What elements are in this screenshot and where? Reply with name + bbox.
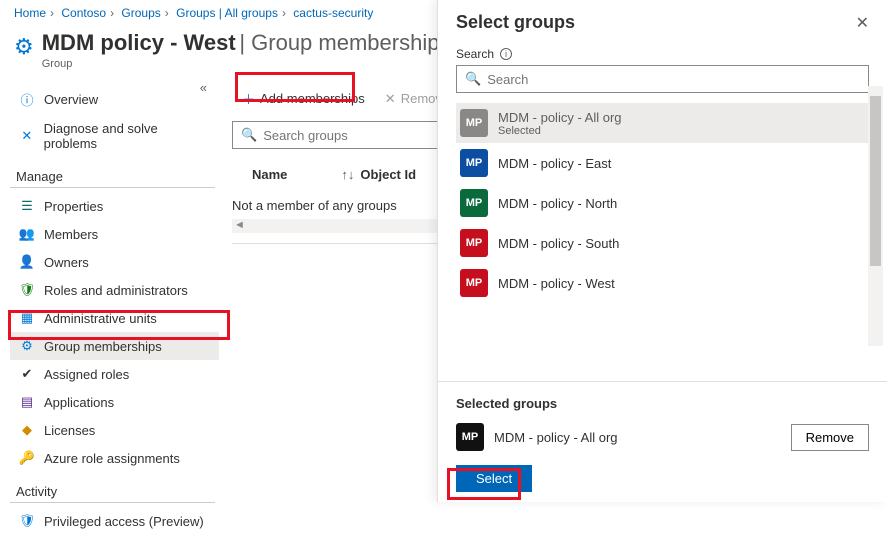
collapse-sidebar-icon[interactable]: « [200, 80, 207, 95]
sidebar-item-label: Azure role assignments [44, 451, 180, 466]
group-gear-icon: ⚙ [14, 34, 34, 60]
group-row[interactable]: MP MDM - policy - North [456, 183, 869, 223]
avatar: MP [460, 149, 488, 177]
crumb-cactus[interactable]: cactus-security [293, 6, 373, 20]
sidebar-item-owners[interactable]: 👤 Owners [10, 248, 219, 276]
sidebar-item-properties[interactable]: ☰ Properties [10, 192, 219, 220]
group-row[interactable]: MP MDM - policy - West [456, 263, 869, 303]
selected-section: Selected groups MP MDM - policy - All or… [438, 381, 887, 451]
sidebar-item-label: Owners [44, 255, 89, 270]
panel-search-input[interactable] [487, 72, 860, 87]
page-type: Group [42, 58, 451, 70]
sidebar-item-label: Applications [44, 395, 114, 410]
search-icon: 🔍 [465, 71, 481, 87]
applications-icon: ▤ [18, 394, 36, 410]
key-icon: 🔑 [18, 450, 36, 466]
sidebar-item-label: Group memberships [44, 339, 162, 354]
col-objid[interactable]: Object Id [360, 167, 416, 182]
sidebar-section-manage: Manage [10, 161, 215, 188]
sidebar-item-group-memberships[interactable]: ⚙ Group memberships [10, 332, 219, 360]
sidebar-item-label: Assigned roles [44, 367, 129, 382]
plus-icon: ＋ [242, 89, 255, 108]
info-icon[interactable]: i [500, 48, 512, 60]
search-label: Search i [456, 47, 869, 61]
sidebar-item-label: Administrative units [44, 311, 157, 326]
sidebar-item-overview[interactable]: ⓘ Overview [10, 84, 219, 115]
panel-title: Select groups [456, 12, 856, 33]
selected-row: MP MDM - policy - All org Remove [456, 423, 869, 451]
panel-search-box[interactable]: 🔍 [456, 65, 869, 93]
selected-head: Selected groups [456, 396, 869, 411]
shield-icon: 🛡 [18, 513, 36, 529]
sidebar-item-label: Members [44, 227, 98, 242]
crumb-home[interactable]: Home [14, 6, 46, 20]
remove-button[interactable]: Remove [791, 424, 869, 451]
group-name: MDM - policy - All org [498, 110, 622, 125]
sidebar-item-roles[interactable]: 🛡 Roles and administrators [10, 276, 219, 304]
crumb-contoso[interactable]: Contoso [61, 6, 106, 20]
page-title: MDM policy - West [42, 30, 236, 55]
avatar: MP [460, 269, 488, 297]
sidebar-item-azure-roles[interactable]: 🔑 Azure role assignments [10, 444, 219, 472]
add-memberships-button[interactable]: ＋ Add memberships [232, 84, 375, 113]
gear-icon: ⚙ [18, 338, 36, 354]
sort-icon[interactable]: ↑↓ [341, 167, 354, 182]
crumb-groups[interactable]: Groups [121, 6, 160, 20]
owners-icon: 👤 [18, 254, 36, 270]
licenses-icon: ◆ [18, 422, 36, 438]
sidebar-section-activity: Activity [10, 476, 215, 503]
info-icon: ⓘ [18, 90, 36, 109]
page-subtitle: | Group memberships [239, 30, 450, 55]
group-name: MDM - policy - West [498, 276, 615, 291]
group-name: MDM - policy - East [498, 156, 611, 171]
search-icon: 🔍 [241, 127, 257, 143]
sidebar-item-privileged-access[interactable]: 🛡 Privileged access (Preview) [10, 507, 219, 535]
scroll-thumb[interactable] [870, 96, 881, 266]
col-name[interactable]: Name [252, 167, 287, 182]
sidebar-item-members[interactable]: 👥 Members [10, 220, 219, 248]
select-groups-panel: Select groups ✕ Search i 🔍 MP MDM - poli… [437, 0, 887, 502]
add-label: Add memberships [260, 91, 365, 106]
sidebar-item-au[interactable]: ▦ Administrative units [10, 304, 219, 332]
crumb-allgroups[interactable]: Groups | All groups [176, 6, 278, 20]
empty-text: Not a member of any groups [232, 198, 397, 213]
scroll-left-icon[interactable]: ◄ [234, 219, 245, 231]
group-name: MDM - policy - South [498, 236, 619, 251]
admin-units-icon: ▦ [18, 310, 36, 326]
wrench-icon: ✕ [18, 128, 36, 144]
avatar: MP [460, 229, 488, 257]
v-scrollbar[interactable] [868, 86, 883, 346]
group-selected-sub: Selected [498, 125, 622, 137]
selected-group-name: MDM - policy - All org [494, 430, 618, 445]
sidebar-item-label: Privileged access (Preview) [44, 514, 204, 529]
sidebar-item-label: Diagnose and solve problems [44, 121, 211, 151]
x-icon: ✕ [385, 91, 396, 107]
sidebar-item-label: Roles and administrators [44, 283, 188, 298]
sidebar: « ⓘ Overview ✕ Diagnose and solve proble… [0, 80, 220, 535]
group-row[interactable]: MP MDM - policy - All org Selected [456, 103, 869, 143]
properties-icon: ☰ [18, 198, 36, 214]
assigned-roles-icon: ✔ [18, 366, 36, 382]
group-list: MP MDM - policy - All org Selected MP MD… [456, 103, 869, 381]
close-icon[interactable]: ✕ [856, 13, 869, 33]
sidebar-item-applications[interactable]: ▤ Applications [10, 388, 219, 416]
sidebar-item-assigned-roles[interactable]: ✔ Assigned roles [10, 360, 219, 388]
sidebar-item-label: Overview [44, 92, 98, 107]
avatar: MP [460, 109, 488, 137]
sidebar-item-licenses[interactable]: ◆ Licenses [10, 416, 219, 444]
sidebar-item-diagnose[interactable]: ✕ Diagnose and solve problems [10, 115, 219, 157]
members-icon: 👥 [18, 226, 36, 242]
group-name: MDM - policy - North [498, 196, 617, 211]
avatar: MP [456, 423, 484, 451]
roles-icon: 🛡 [18, 282, 36, 298]
group-row[interactable]: MP MDM - policy - East [456, 143, 869, 183]
panel-footer: Select [438, 451, 887, 502]
sidebar-item-label: Licenses [44, 423, 95, 438]
avatar: MP [460, 189, 488, 217]
sidebar-item-label: Properties [44, 199, 103, 214]
select-button[interactable]: Select [456, 465, 532, 492]
group-row[interactable]: MP MDM - policy - South [456, 223, 869, 263]
